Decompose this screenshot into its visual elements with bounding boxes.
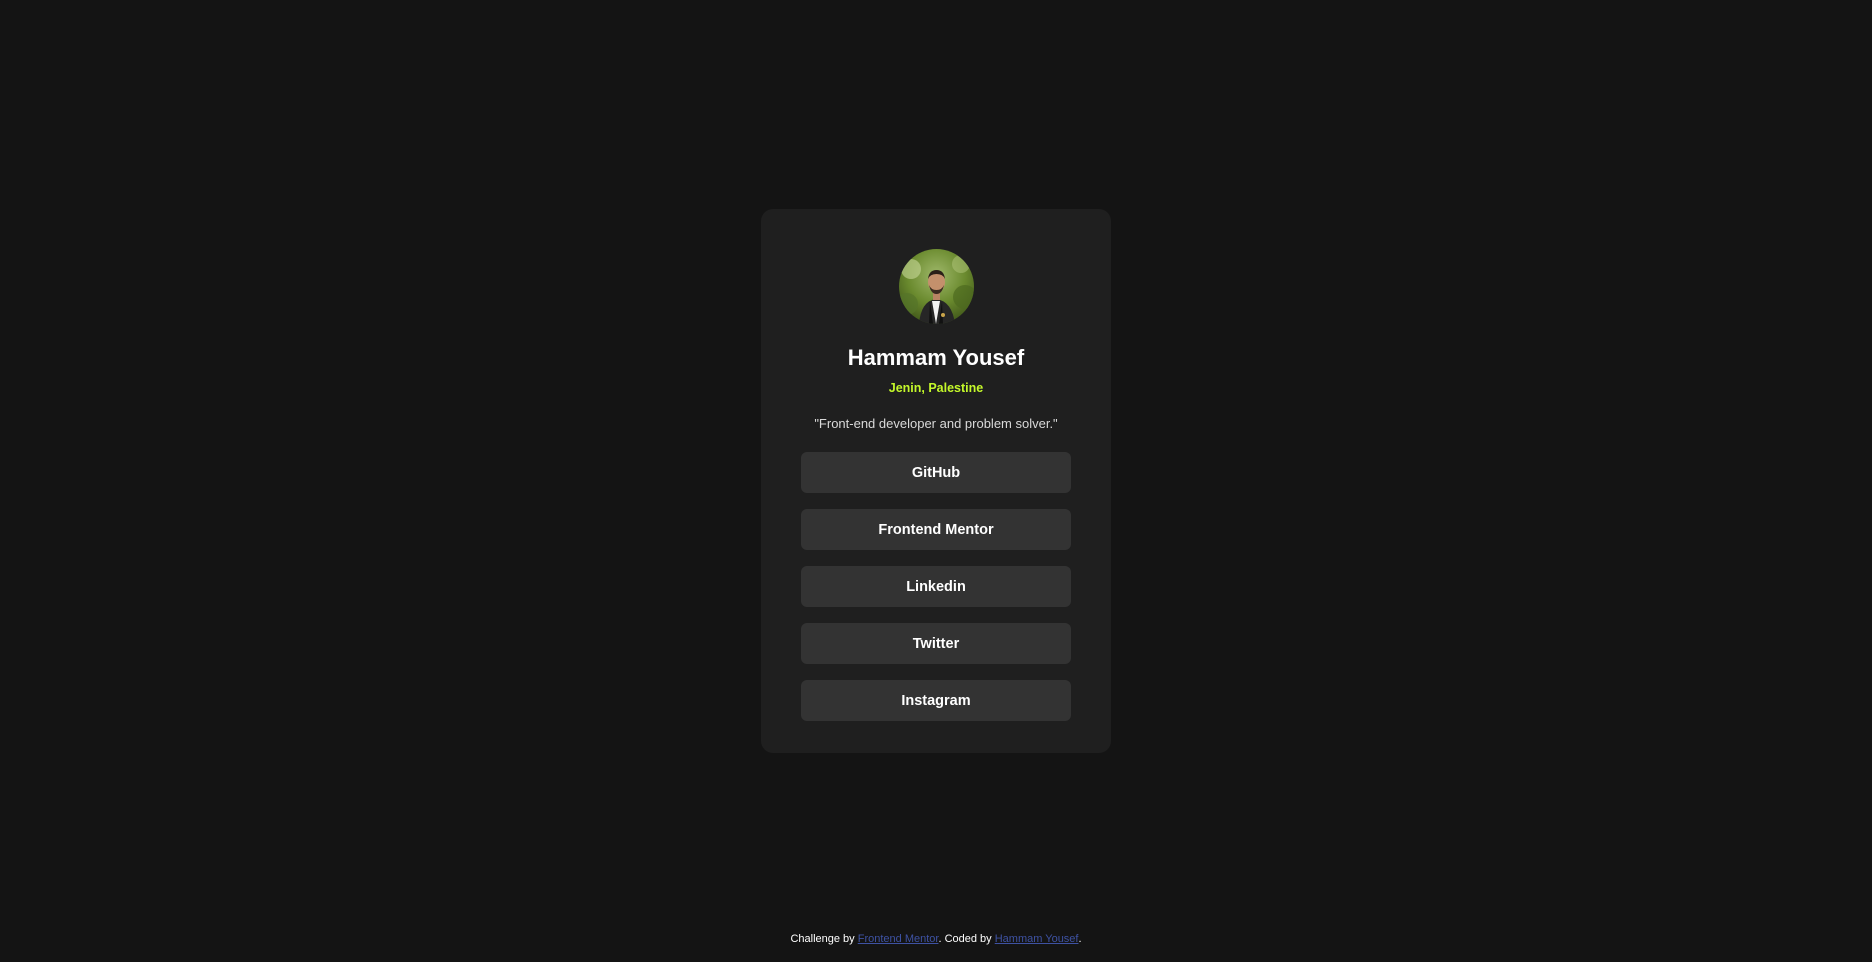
attribution-suffix: . — [1078, 933, 1082, 945]
instagram-link-button[interactable]: Instagram — [801, 680, 1071, 721]
attribution-middle: . Coded by — [938, 933, 995, 945]
avatar — [898, 249, 974, 324]
attribution: Challenge by Frontend Mentor. Coded by H… — [0, 932, 1872, 946]
github-link-button[interactable]: GitHub — [801, 452, 1071, 493]
attribution-prefix: Challenge by — [790, 933, 858, 945]
linkedin-link-button[interactable]: Linkedin — [801, 566, 1071, 607]
frontend-mentor-attribution-link[interactable]: Frontend Mentor — [858, 933, 939, 945]
profile-location: Jenin, Palestine — [888, 381, 984, 395]
author-attribution-link[interactable]: Hammam Yousef — [995, 933, 1079, 945]
profile-name: Hammam Yousef — [847, 345, 1025, 370]
frontend-mentor-link-button[interactable]: Frontend Mentor — [801, 509, 1071, 550]
profile-bio: "Front-end developer and problem solver.… — [814, 416, 1058, 431]
twitter-link-button[interactable]: Twitter — [801, 623, 1071, 664]
profile-photo — [898, 249, 974, 324]
social-links: GitHub Frontend Mentor Linkedin Twitter … — [801, 452, 1071, 721]
profile-card: Hammam Yousef Jenin, Palestine "Front-en… — [761, 209, 1111, 753]
